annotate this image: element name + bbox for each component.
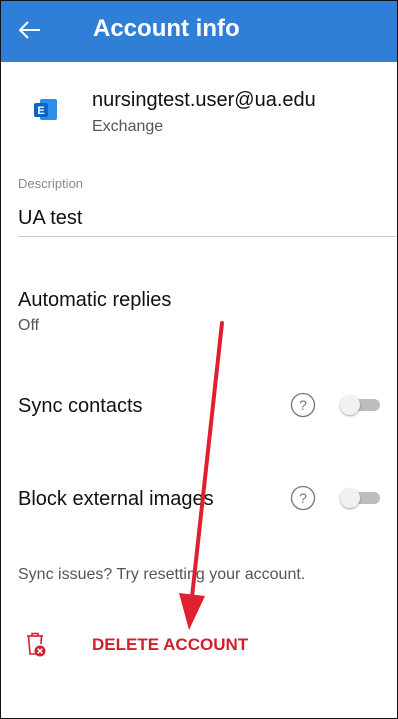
automatic-replies-status: Off: [18, 317, 40, 334]
description-field[interactable]: UA test: [18, 207, 82, 230]
help-circle-icon[interactable]: ?: [290, 485, 316, 511]
block-external-images-toggle[interactable]: [340, 487, 384, 509]
automatic-replies-setting[interactable]: Automatic replies: [18, 289, 171, 312]
svg-text:E: E: [37, 105, 44, 117]
page-title: Account info: [93, 15, 240, 42]
svg-text:?: ?: [299, 397, 307, 413]
delete-account-button[interactable]: DELETE ACCOUNT: [92, 635, 248, 655]
help-circle-icon[interactable]: ?: [290, 392, 316, 418]
sync-issues-link[interactable]: Sync issues? Try resetting your account.: [18, 566, 305, 584]
account-email: nursingtest.user@ua.edu: [92, 89, 316, 111]
toggle-thumb: [340, 395, 360, 415]
account-type: Exchange: [92, 118, 164, 135]
trash-x-icon[interactable]: [23, 630, 47, 658]
block-external-images-label: Block external images: [18, 488, 214, 510]
toggle-thumb: [340, 488, 360, 508]
sync-contacts-toggle[interactable]: [340, 394, 384, 416]
description-underline: [18, 236, 396, 237]
svg-text:?: ?: [299, 490, 307, 506]
arrow-left-icon[interactable]: [15, 15, 45, 45]
description-label: Description: [18, 176, 84, 191]
app-bar: Account info: [1, 1, 397, 62]
sync-contacts-label: Sync contacts: [18, 395, 143, 417]
exchange-icon: E: [34, 99, 57, 120]
account-info-screen: Account info E nursingtest.user@ua.edu E…: [0, 0, 398, 719]
